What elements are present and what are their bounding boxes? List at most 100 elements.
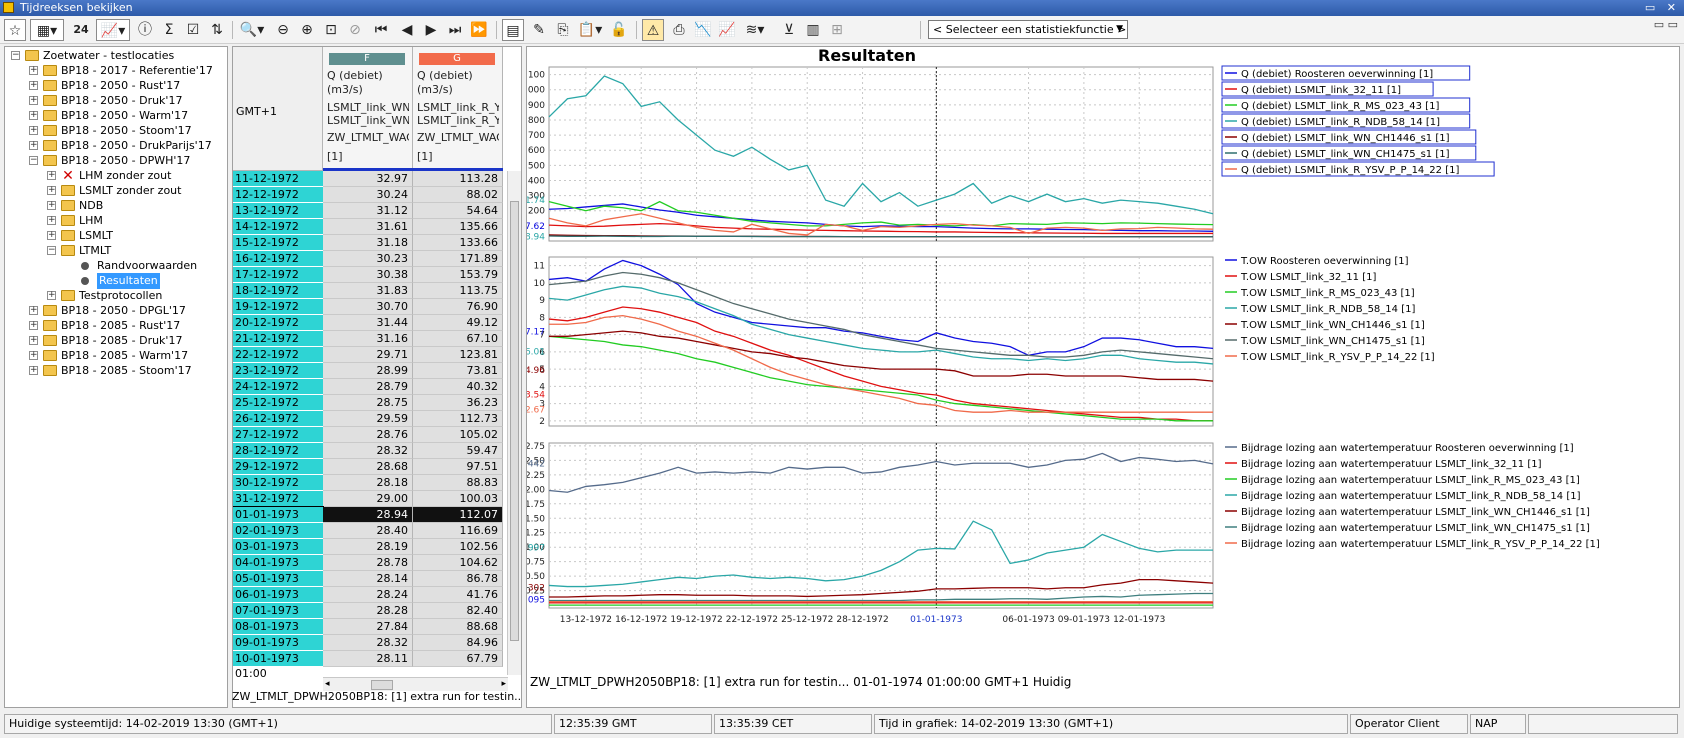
edit-icon[interactable]: ✎: [528, 19, 550, 41]
cell-value-f[interactable]: 30.70: [323, 299, 413, 315]
cell-value-g[interactable]: 113.75: [413, 283, 503, 299]
table-row[interactable]: 21-12-1972 01:0031.1667.10: [233, 331, 521, 360]
cell-value-g[interactable]: 97.51: [413, 459, 503, 475]
interval-label[interactable]: 24: [70, 19, 92, 41]
expand-icon[interactable]: +: [29, 96, 38, 105]
time-column-header[interactable]: GMT+1: [233, 47, 323, 171]
cell-value-g[interactable]: 153.79: [413, 267, 503, 283]
legend-entry[interactable]: Bijdrage lozing aan watertemperatuur LSM…: [1241, 523, 1590, 534]
table-row[interactable]: 20-12-1972 01:0031.4449.12: [233, 315, 521, 344]
cell-value-f[interactable]: 31.16: [323, 331, 413, 347]
cell-value-f[interactable]: 28.94: [323, 507, 413, 523]
cell-value-g[interactable]: 113.28: [413, 171, 503, 187]
legend-entry[interactable]: Q (debiet) Roosteren oeverwinning [1]: [1241, 69, 1433, 80]
graph-view-icon[interactable]: 📈▾: [96, 19, 130, 41]
cell-value-g[interactable]: 76.90: [413, 299, 503, 315]
row-date[interactable]: 15-12-1972 01:00: [233, 235, 323, 264]
expand-icon[interactable]: +: [29, 81, 38, 90]
fast-forward-icon[interactable]: ⏭: [444, 19, 466, 41]
expand-icon[interactable]: +: [47, 171, 56, 180]
legend-entry[interactable]: Bijdrage lozing aan watertemperatuur LSM…: [1241, 507, 1590, 518]
legend-entry[interactable]: T.OW LSMLT_link_R_MS_023_43 [1]: [1240, 288, 1415, 299]
cell-value-f[interactable]: 29.00: [323, 491, 413, 507]
chart-line-icon[interactable]: 📈: [716, 19, 738, 41]
row-date[interactable]: 05-01-1973 01:00: [233, 571, 323, 600]
cell-value-f[interactable]: 31.61: [323, 219, 413, 235]
table-row[interactable]: 16-12-1972 01:0030.23171.89: [233, 251, 521, 280]
row-date[interactable]: 29-12-1972 01:00: [233, 459, 323, 488]
cell-value-g[interactable]: 88.68: [413, 619, 503, 635]
row-date[interactable]: 13-12-1972 01:00: [233, 203, 323, 232]
expand-icon[interactable]: +: [47, 186, 56, 195]
cell-value-f[interactable]: 31.18: [323, 235, 413, 251]
cell-value-g[interactable]: 88.02: [413, 187, 503, 203]
table-row[interactable]: 29-12-1972 01:0028.6897.51: [233, 459, 521, 488]
sum-icon[interactable]: Σ: [158, 19, 180, 41]
cell-value-f[interactable]: 28.68: [323, 459, 413, 475]
row-date[interactable]: 22-12-1972 01:00: [233, 347, 323, 376]
document-icon[interactable]: ▤: [502, 19, 524, 41]
zoom-box-icon[interactable]: ⊡: [320, 19, 342, 41]
cell-value-f[interactable]: 29.71: [323, 347, 413, 363]
cell-value-g[interactable]: 171.89: [413, 251, 503, 267]
table-row[interactable]: 14-12-1972 01:0031.61135.66: [233, 219, 521, 248]
print-icon[interactable]: ⎙: [668, 19, 690, 41]
legend-entry[interactable]: Q (debiet) LSMLT_link_32_11 [1]: [1241, 85, 1401, 96]
table-row[interactable]: 12-12-1972 01:0030.2488.02: [233, 187, 521, 216]
cell-value-f[interactable]: 30.24: [323, 187, 413, 203]
row-date[interactable]: 27-12-1972 01:00: [233, 427, 323, 456]
table-row[interactable]: 15-12-1972 01:0031.18133.66: [233, 235, 521, 264]
scroll-right-icon[interactable]: ▸: [501, 679, 506, 689]
zoom-disabled-icon[interactable]: ⊘: [344, 19, 366, 41]
row-date[interactable]: 03-01-1973 01:00: [233, 539, 323, 568]
scroll-thumb[interactable]: [510, 201, 519, 641]
expand-icon[interactable]: +: [29, 321, 38, 330]
cell-value-g[interactable]: 40.32: [413, 379, 503, 395]
cell-value-f[interactable]: 28.32: [323, 443, 413, 459]
row-date[interactable]: 28-12-1972 01:00: [233, 443, 323, 472]
cell-value-g[interactable]: 105.02: [413, 427, 503, 443]
warning-icon[interactable]: ⚠: [642, 19, 664, 41]
table-view-icon[interactable]: ▦▾: [30, 19, 64, 41]
legend-entry[interactable]: Bijdrage lozing aan watertemperatuur LSM…: [1241, 459, 1542, 470]
legend-entry[interactable]: Bijdrage lozing aan watertemperatuur LSM…: [1241, 475, 1580, 486]
cell-value-f[interactable]: 28.24: [323, 587, 413, 603]
scroll-left-icon[interactable]: ◂: [325, 679, 330, 689]
row-date[interactable]: 06-01-1973 01:00: [233, 587, 323, 616]
legend-entry[interactable]: T.OW LSMLT_link_R_NDB_58_14 [1]: [1240, 304, 1415, 315]
cell-value-g[interactable]: 123.81: [413, 347, 503, 363]
row-date[interactable]: 26-12-1972 01:00: [233, 411, 323, 440]
previous-icon[interactable]: ◀: [396, 19, 418, 41]
cell-value-f[interactable]: 28.18: [323, 475, 413, 491]
table-row[interactable]: 31-12-1972 01:0029.00100.03: [233, 491, 521, 520]
table-row[interactable]: 11-12-1972 01:0032.97113.28: [233, 171, 521, 200]
table-row[interactable]: 08-01-1973 01:0027.8488.68: [233, 619, 521, 648]
cell-value-f[interactable]: 31.12: [323, 203, 413, 219]
chart-edit-icon[interactable]: 📉: [692, 19, 714, 41]
star-icon[interactable]: ☆: [4, 19, 26, 41]
expand-icon[interactable]: +: [47, 201, 56, 210]
cell-value-g[interactable]: 41.76: [413, 587, 503, 603]
collapse-icon[interactable]: −: [47, 246, 56, 255]
statistics-function-select[interactable]: < Selecteer een statistiekfunctie > ▼: [928, 20, 1128, 39]
row-date[interactable]: 01-01-1973 01:00: [233, 506, 324, 536]
legend-entry[interactable]: Q (debiet) LSMLT_link_R_MS_023_43 [1]: [1241, 101, 1439, 112]
chart-bars-icon[interactable]: ▥: [802, 19, 824, 41]
row-date[interactable]: 02-01-1973 01:00: [233, 523, 323, 552]
table-row[interactable]: 04-01-1973 01:0028.78104.62: [233, 555, 521, 584]
row-date[interactable]: 09-01-1973 01:00: [233, 635, 323, 664]
legend-entry[interactable]: Bijdrage lozing aan watertemperatuur LSM…: [1241, 491, 1581, 502]
expand-icon[interactable]: +: [29, 66, 38, 75]
row-date[interactable]: 11-12-1972 01:00: [233, 171, 323, 200]
row-date[interactable]: 12-12-1972 01:00: [233, 187, 323, 216]
row-date[interactable]: 24-12-1972 01:00: [233, 379, 323, 408]
table-row[interactable]: 19-12-1972 01:0030.7076.90: [233, 299, 521, 328]
cell-value-f[interactable]: 31.44: [323, 315, 413, 331]
first-icon[interactable]: ⏮: [370, 19, 392, 41]
cell-value-g[interactable]: 82.40: [413, 603, 503, 619]
expand-icon[interactable]: +: [29, 141, 38, 150]
expand-icon[interactable]: +: [29, 351, 38, 360]
legend-entry[interactable]: T.OW LSMLT_link_R_YSV_P_P_14_22 [1]: [1240, 352, 1435, 363]
cell-value-g[interactable]: 102.56: [413, 539, 503, 555]
cell-value-f[interactable]: 28.79: [323, 379, 413, 395]
